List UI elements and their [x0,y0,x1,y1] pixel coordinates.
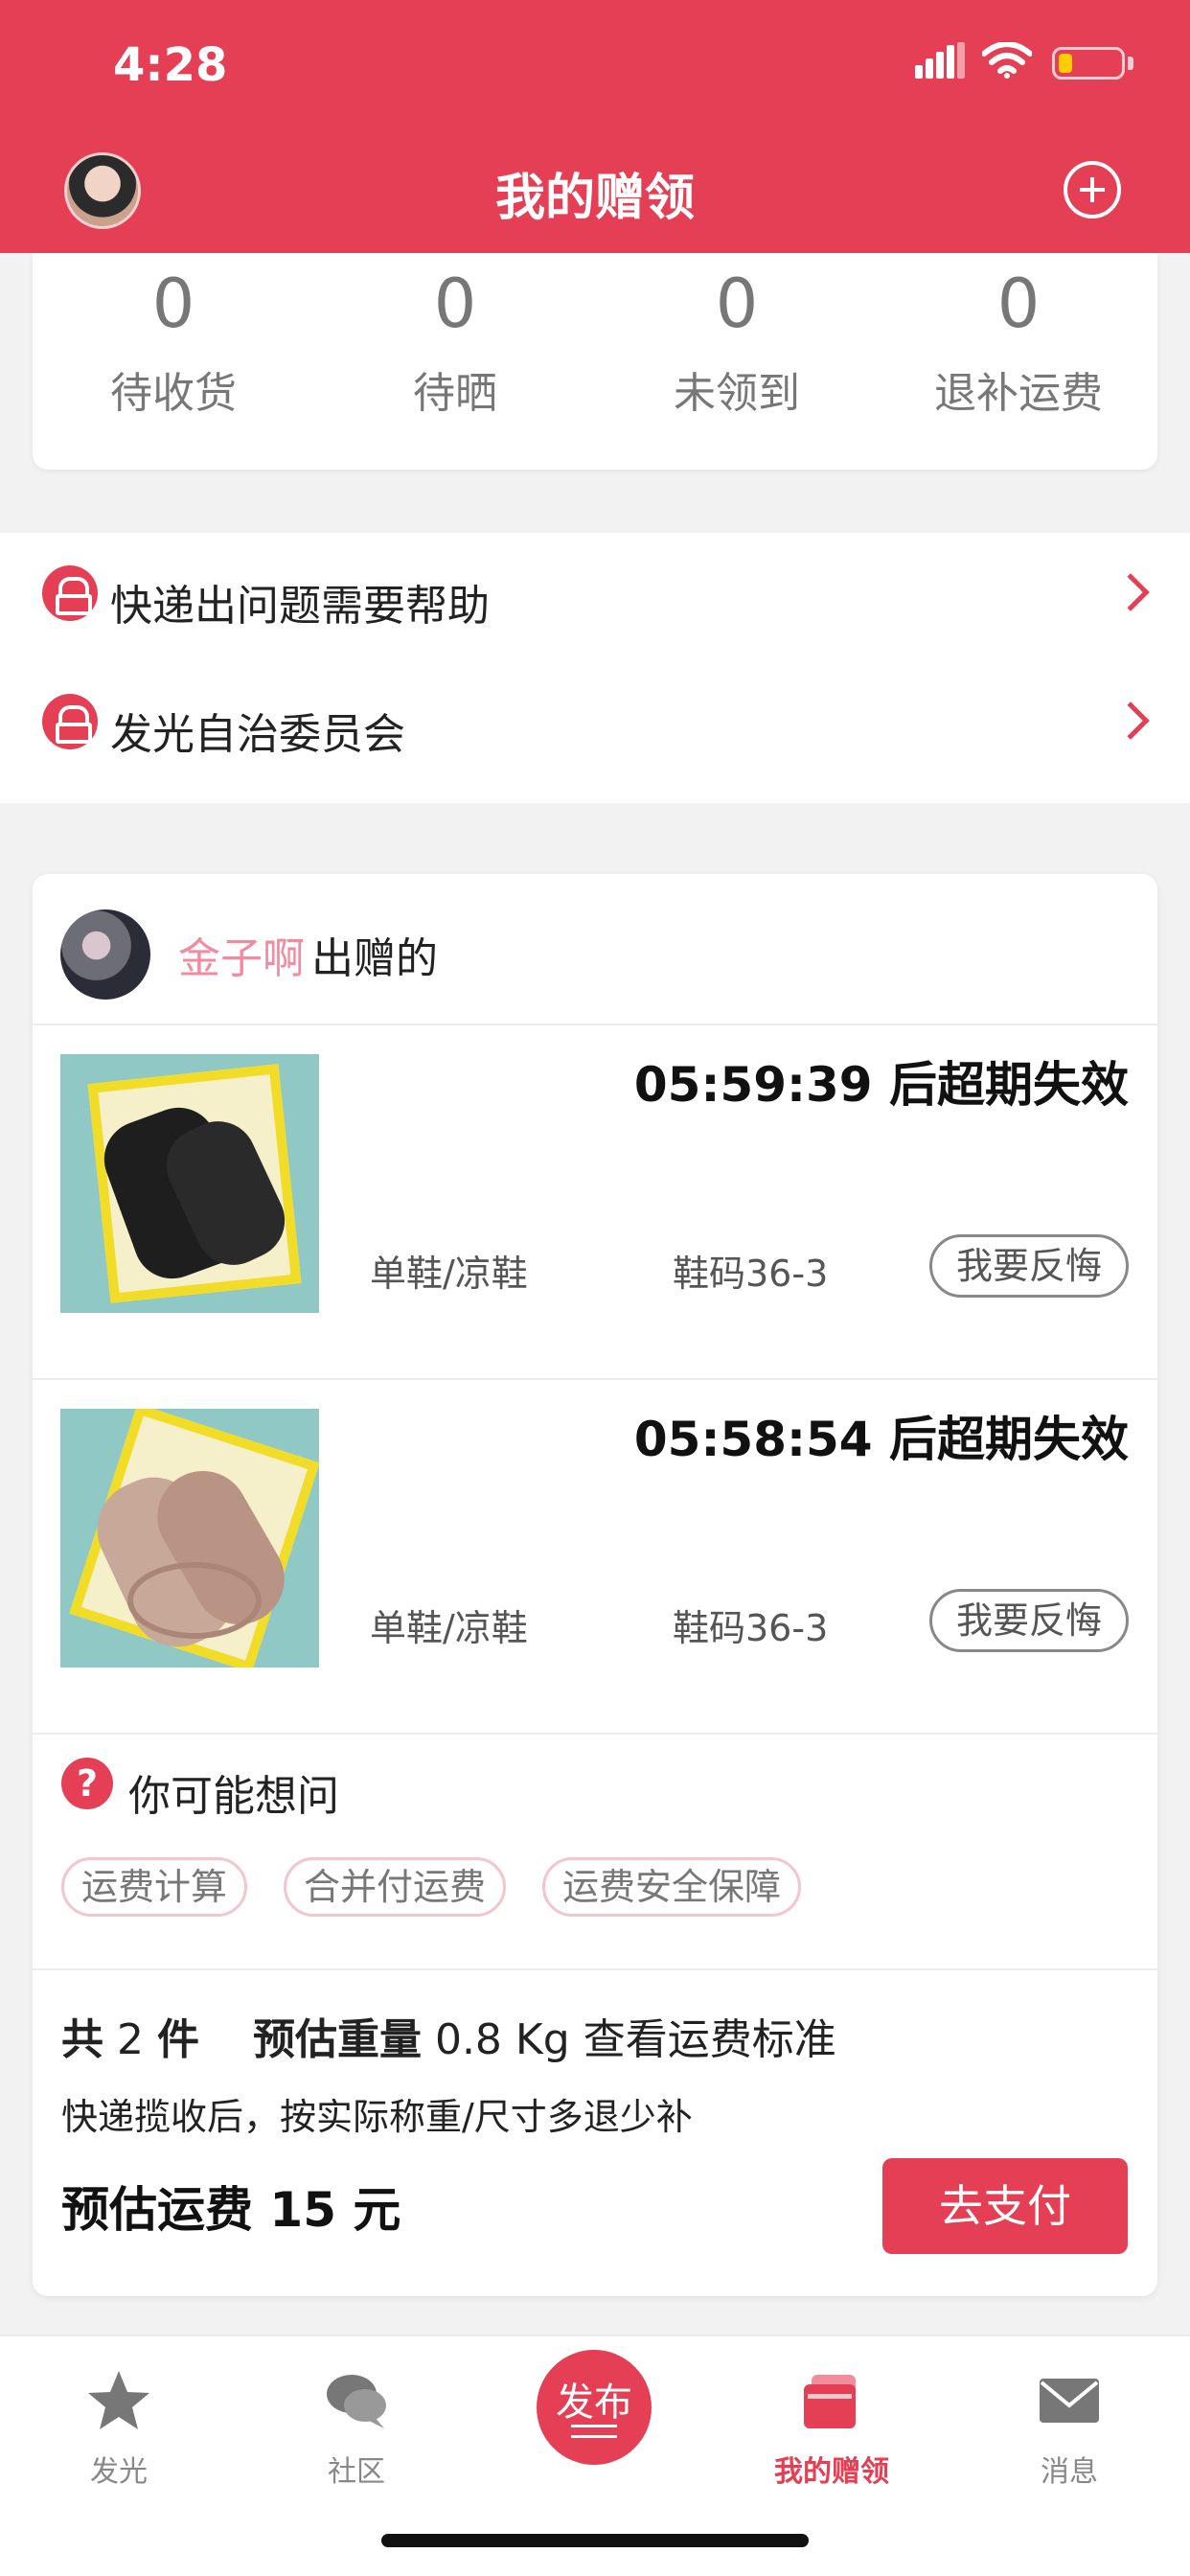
publish-label: 发布 [556,2380,632,2425]
item-count-unit: 件 [157,2015,199,2064]
stat-label: 待收货 [110,369,237,418]
status-time: 4:28 [113,38,228,92]
regret-button[interactable]: 我要反悔 [929,1234,1129,1298]
customer-service-icon [42,694,98,749]
item-count-prefix: 共 [61,2015,103,2064]
stat-pending-review[interactable]: 0 待晒 [314,253,596,420]
item-expiry-timer: 05:59:39 后超期失效 [633,1057,1129,1113]
gift-item[interactable]: 05:59:39 后超期失效 单鞋/凉鞋 鞋码36-3 我要反悔 [33,1025,1157,1378]
regret-button[interactable]: 我要反悔 [929,1589,1129,1652]
help-label: 快递出问题需要帮助 [110,582,490,631]
stat-value: 0 [715,264,759,343]
stat-pending-receipt[interactable]: 0 待收货 [33,253,314,420]
page-title: 我的赠领 [494,170,695,227]
pay-button[interactable]: 去支付 [882,2158,1128,2254]
publish-button[interactable]: 发布 [537,2350,652,2465]
envelope-icon [1040,2379,1099,2423]
star-icon [88,2371,149,2429]
tab-shine[interactable]: 发光 [0,2336,238,2509]
battery-icon [1052,47,1125,80]
giver-avatar[interactable] [60,909,150,1000]
stat-label: 未领到 [674,369,800,418]
chevron-right-icon [1111,573,1150,611]
faq-chip[interactable]: 运费安全保障 [542,1857,802,1917]
tab-community[interactable]: 社区 [238,2336,475,2509]
weight-label: 预估重量 [252,2015,422,2064]
battery-cap [1128,57,1133,70]
chat-bubbles-icon [327,2375,386,2428]
home-indicator[interactable] [381,2534,809,2547]
item-size: 鞋码36-3 [673,1607,829,1649]
stat-label: 退补运费 [934,369,1103,418]
faq-title: 你可能想问 [128,1772,339,1821]
chevron-right-icon [1111,702,1150,740]
gift-box-icon [804,2375,856,2428]
item-category: 单鞋/凉鞋 [370,1607,528,1649]
tab-label: 我的赠领 [774,2455,889,2489]
tab-my-gifts[interactable]: 我的赠领 [713,2336,950,2509]
faq-chip[interactable]: 运费计算 [61,1857,248,1917]
summary-note: 快递揽收后，按实际称重/尺寸多退少补 [61,2096,693,2138]
faq-chip[interactable]: 合并付运费 [284,1857,507,1917]
cellular-signal-icon [915,42,965,79]
help-label: 发光自治委员会 [110,710,405,759]
item-size: 鞋码36-3 [673,1253,829,1295]
stat-not-received[interactable]: 0 未领到 [596,253,878,420]
order-stats-card: 0 待收货 0 待晒 0 未领到 0 退补运费 [33,253,1157,470]
stat-value: 0 [151,264,195,343]
help-list: 快递出问题需要帮助 发光自治委员会 [0,533,1190,803]
app-header: 4:28 我的赠领 [0,0,1190,253]
item-expiry-timer: 05:58:54 后超期失效 [633,1412,1129,1467]
tab-label: 消息 [1041,2455,1098,2489]
menu-lines-icon [571,2425,617,2438]
gift-item[interactable]: 05:58:54 后超期失效 单鞋/凉鞋 鞋码36-3 我要反悔 [33,1380,1157,1733]
screen: 4:28 我的赠领 0 待收货 0 待晒 0 未领到 0 退补运费 快递出问题需… [0,0,1190,2576]
question-mark-icon: ? [61,1758,113,1809]
item-photo [60,1409,319,1668]
item-category: 单鞋/凉鞋 [370,1253,528,1295]
estimated-fee: 预估运费 15 元 [61,2182,401,2238]
giver-name[interactable]: 金子啊 [178,924,305,985]
order-card: 金子啊 出赠的 05:59:39 后超期失效 单鞋/凉鞋 鞋码36-3 我要反悔… [33,874,1157,2296]
tab-label: 社区 [328,2455,385,2489]
customer-service-icon [42,565,98,621]
faq-section: ? 你可能想问 运费计算 合并付运费 运费安全保障 [33,1733,1157,1963]
item-photo [60,1054,319,1313]
shipping-summary: 共 2 件 预估重量 0.8 Kg 查看运费标准 快递揽收后，按实际称重/尺寸多… [33,1970,1157,2296]
tab-label: 发光 [90,2455,148,2489]
help-row-delivery-issue[interactable]: 快递出问题需要帮助 [0,533,1190,661]
weight-value: 0.8 Kg [434,2015,570,2064]
add-button[interactable] [1064,161,1121,218]
shipping-standard-link[interactable]: 查看运费标准 [584,2015,836,2064]
stat-label: 待晒 [413,369,497,418]
stat-value: 0 [433,264,477,343]
item-count: 2 [117,2015,144,2064]
stat-shipping-refund[interactable]: 0 退补运费 [878,253,1159,420]
giver-suffix: 出赠的 [311,934,438,983]
help-row-committee[interactable]: 发光自治委员会 [0,661,1190,790]
tab-messages[interactable]: 消息 [950,2336,1188,2509]
summary-line: 共 2 件 预估重量 0.8 Kg 查看运费标准 [61,2005,836,2066]
wifi-icon [982,42,1032,79]
stat-value: 0 [996,264,1041,343]
